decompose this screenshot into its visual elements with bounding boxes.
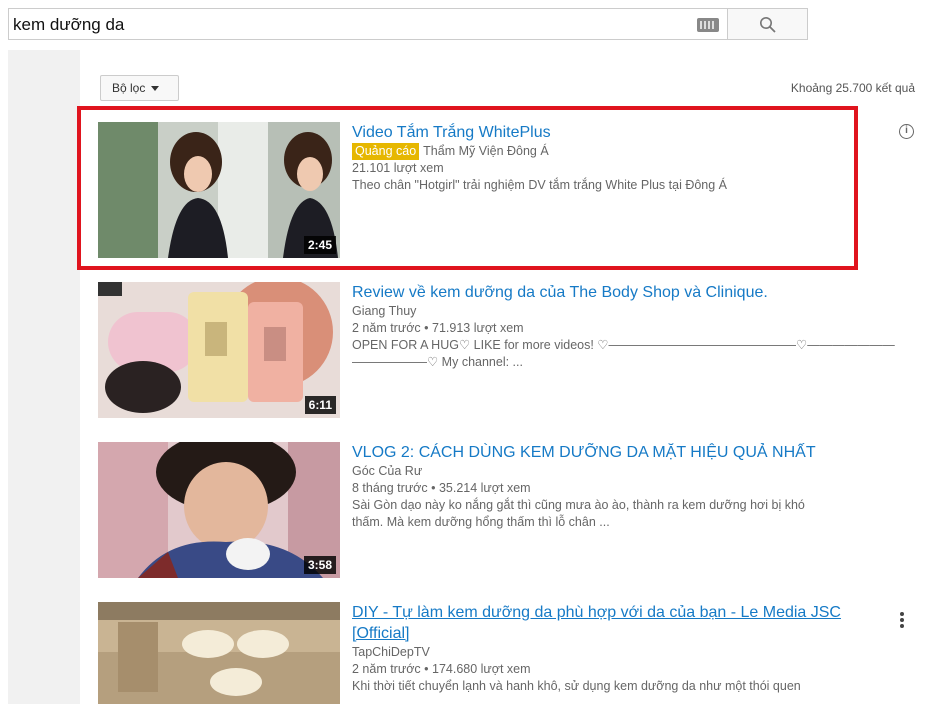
search-icon <box>760 17 776 33</box>
list-item: DIY - Tự làm kem dưỡng da phù hợp với da… <box>98 602 918 704</box>
thumbnail-image <box>98 602 340 704</box>
video-thumbnail[interactable]: 3:58 <box>98 442 340 578</box>
filter-button[interactable]: Bộ lọc <box>100 75 179 101</box>
video-duration: 3:58 <box>303 556 336 574</box>
result-count: Khoảng 25.700 kết quả <box>790 81 915 95</box>
list-item: 3:58 VLOG 2: CÁCH DÙNG KEM DƯỠNG DA MẶT … <box>98 442 918 578</box>
video-info: Review về kem dưỡng da của The Body Shop… <box>352 282 917 371</box>
video-description-cont: thấm. Mà kem dưỡng hổng thấm thì lỗ chân… <box>352 515 610 529</box>
video-title[interactable]: DIY - Tự làm kem dưỡng da phù hợp với da… <box>352 602 912 623</box>
keyboard-icon[interactable] <box>697 18 719 32</box>
video-stats: 8 tháng trước • 35.214 lượt xem <box>352 481 531 495</box>
video-thumbnail[interactable]: 6:11 <box>98 282 340 418</box>
highlight-annotation <box>77 106 858 270</box>
video-info: DIY - Tự làm kem dưỡng da phù hợp với da… <box>352 602 912 695</box>
video-description: Sài Gòn dạo này ko nắng gắt thì cũng mưa… <box>352 498 805 512</box>
chevron-down-icon <box>151 86 160 92</box>
video-duration: 6:11 <box>304 396 336 414</box>
video-description: Khi thời tiết chuyển lạnh và hanh khô, s… <box>352 679 801 693</box>
list-item: 6:11 Review về kem dưỡng da của The Body… <box>98 282 918 418</box>
video-thumbnail[interactable] <box>98 602 340 704</box>
video-description: OPEN FOR A HUG♡ LIKE for more videos! ♡—… <box>352 338 895 352</box>
video-title[interactable]: VLOG 2: CÁCH DÙNG KEM DƯỠNG DA MẶT HIỆU … <box>352 442 912 463</box>
more-options-icon[interactable] <box>898 610 906 632</box>
channel-name[interactable]: TapChiDepTV <box>352 644 912 661</box>
video-description-cont: ——————♡ My channel: ... <box>352 355 523 369</box>
search-input[interactable]: kem dưỡng da <box>8 8 727 40</box>
video-title-cont[interactable]: [Official] <box>352 623 912 644</box>
filter-label: Bộ lọc <box>112 81 146 95</box>
search-query-text: kem dưỡng da <box>13 15 125 34</box>
video-stats: 2 năm trước • 174.680 lượt xem <box>352 662 531 676</box>
top-bar: kem dưỡng da <box>0 0 929 50</box>
video-title[interactable]: Review về kem dưỡng da của The Body Shop… <box>352 282 917 303</box>
video-info: VLOG 2: CÁCH DÙNG KEM DƯỠNG DA MẶT HIỆU … <box>352 442 912 531</box>
channel-name[interactable]: Giang Thuy <box>352 303 917 320</box>
info-icon[interactable]: i <box>899 124 914 139</box>
channel-name[interactable]: Góc Của Rư <box>352 463 912 480</box>
video-stats: 2 năm trước • 71.913 lượt xem <box>352 321 524 335</box>
search-button[interactable] <box>727 8 808 40</box>
